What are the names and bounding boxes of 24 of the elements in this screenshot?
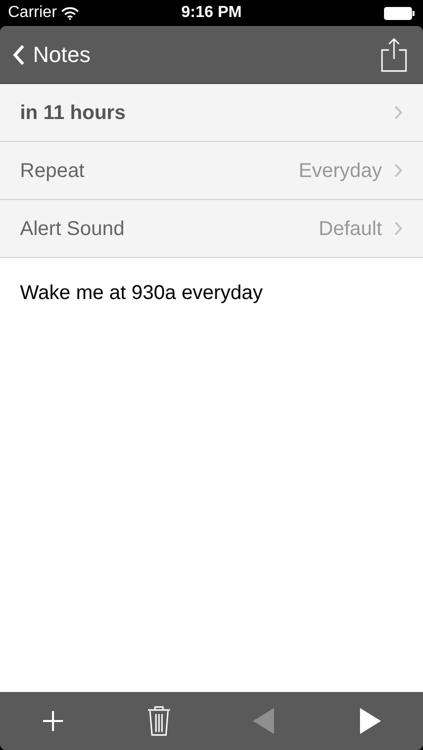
battery-icon xyxy=(384,6,415,20)
triangle-right-icon xyxy=(359,708,382,734)
add-icon xyxy=(42,710,64,732)
chevron-right-icon xyxy=(394,163,403,178)
carrier-name: Carrier xyxy=(8,3,57,23)
note-text: Wake me at 930a everyday xyxy=(19,281,264,306)
settings-row[interactable]: Alert Sound Default xyxy=(0,200,423,258)
settings-row[interactable]: Repeat Everyday xyxy=(0,142,423,200)
row-label: Repeat xyxy=(20,158,84,184)
settings-row[interactable]: in 11 hours xyxy=(0,84,423,142)
chevron-left-icon xyxy=(12,44,25,66)
row-value: Everyday xyxy=(298,158,382,184)
wifi-icon xyxy=(60,6,79,20)
row-value: Default xyxy=(318,216,382,242)
share-icon xyxy=(381,38,407,72)
row-label: Alert Sound xyxy=(20,216,125,242)
chevron-right-icon xyxy=(394,105,403,120)
row-label: in 11 hours xyxy=(20,100,126,126)
triangle-left-icon xyxy=(253,708,276,734)
chevron-right-icon xyxy=(394,221,403,236)
share-button[interactable] xyxy=(381,38,407,72)
trash-icon xyxy=(146,705,172,737)
status-time: 9:16 PM xyxy=(181,3,242,23)
back-button[interactable]: Notes xyxy=(12,38,90,71)
